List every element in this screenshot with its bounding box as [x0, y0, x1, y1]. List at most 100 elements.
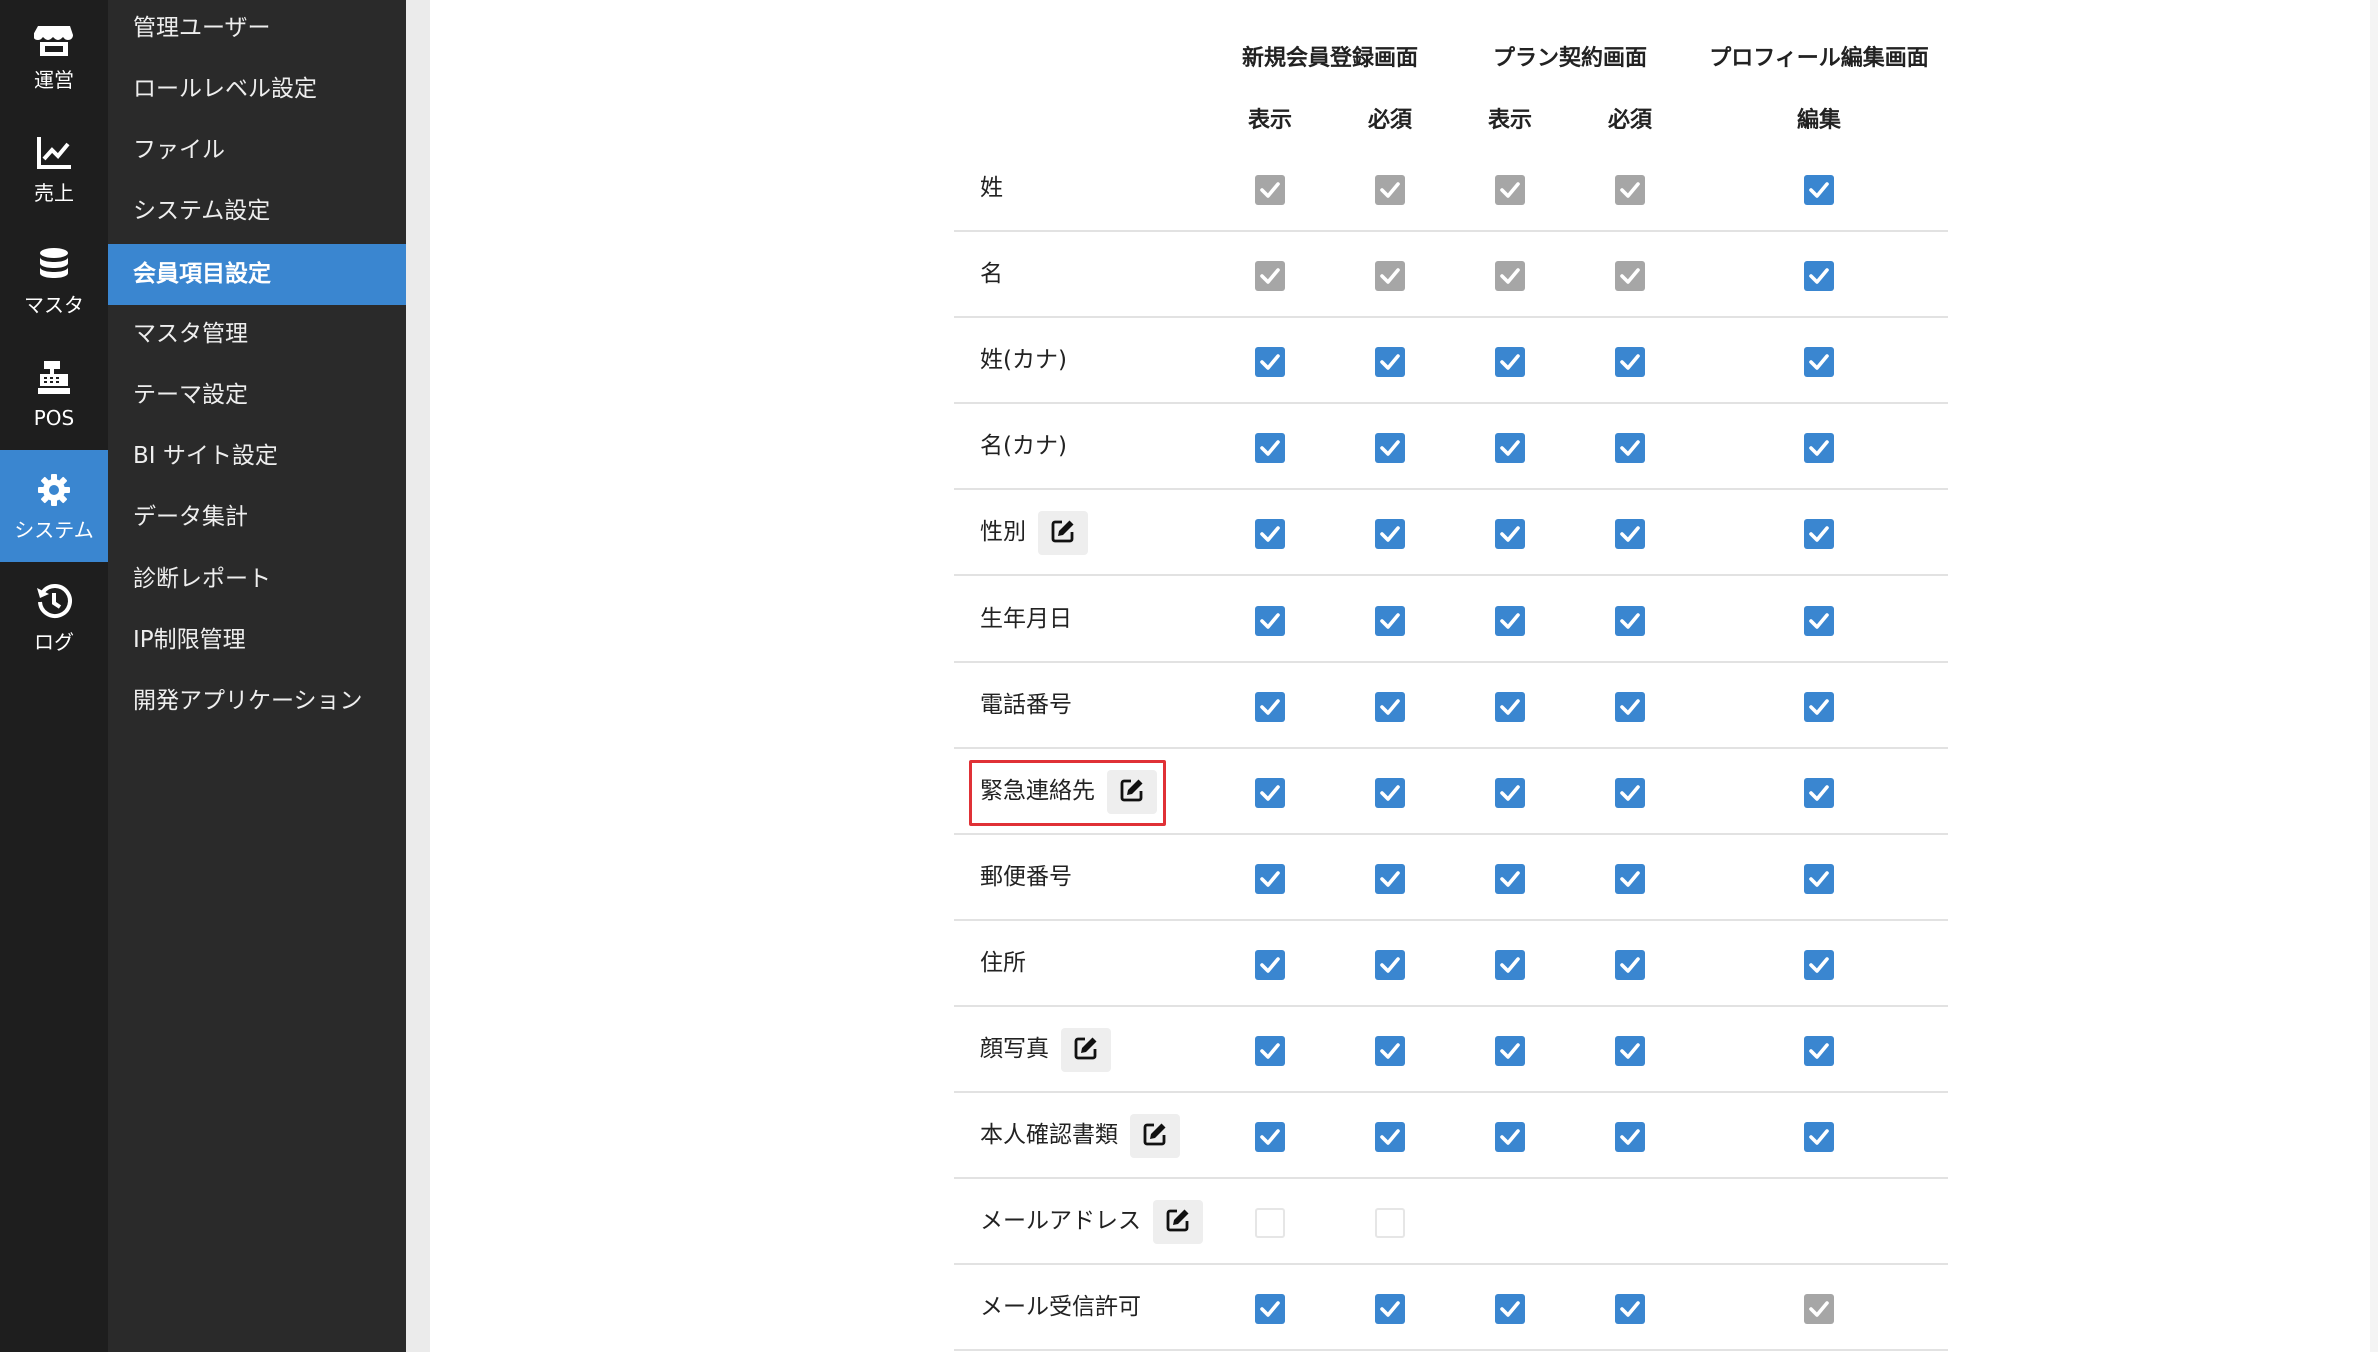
checkbox-checked[interactable] — [1495, 778, 1525, 808]
checkbox-checked[interactable] — [1615, 433, 1645, 463]
field-label: 名(カナ) — [980, 433, 1067, 459]
checkbox-checked[interactable] — [1804, 347, 1834, 377]
edit-field-button[interactable] — [1061, 1028, 1111, 1072]
checkbox-checked[interactable] — [1375, 1036, 1405, 1066]
field-label: 本人確認書類 — [980, 1122, 1118, 1148]
checkbox-checked[interactable] — [1495, 433, 1525, 463]
checkbox-checked[interactable] — [1615, 1036, 1645, 1066]
checkbox-checked[interactable] — [1255, 950, 1285, 980]
submenu-item[interactable]: 会員項目設定 — [108, 244, 406, 305]
cash-register-icon — [0, 358, 108, 398]
checkbox-checked[interactable] — [1495, 606, 1525, 636]
table-row: 顔写真 — [954, 1007, 1948, 1093]
rail-item-label: 運営 — [34, 68, 74, 92]
checkbox-checked[interactable] — [1804, 175, 1834, 205]
checkbox-checked[interactable] — [1255, 606, 1285, 636]
checkbox-checked[interactable] — [1804, 519, 1834, 549]
rail-item-label: マスタ — [24, 293, 84, 317]
checkbox-checked[interactable] — [1615, 347, 1645, 377]
rail-item-chart-line[interactable]: 売上 — [0, 113, 108, 225]
checkbox-checked[interactable] — [1615, 1294, 1645, 1324]
rail-item-gear[interactable]: システム — [0, 450, 108, 562]
checkbox-checked[interactable] — [1615, 606, 1645, 636]
history-icon — [0, 582, 108, 622]
checkbox-checked[interactable] — [1375, 692, 1405, 722]
rail-item-database[interactable]: マスタ — [0, 225, 108, 337]
checkbox-checked[interactable] — [1804, 864, 1834, 894]
rail-item-label: 売上 — [34, 181, 74, 205]
submenu-item[interactable]: システム設定 — [108, 181, 406, 242]
checkbox-checked[interactable] — [1804, 1036, 1834, 1066]
checkbox-checked[interactable] — [1375, 606, 1405, 636]
checkbox-checked[interactable] — [1804, 778, 1834, 808]
edit-icon — [1119, 777, 1145, 807]
checkbox-unchecked[interactable] — [1375, 1208, 1405, 1238]
checkbox-checked[interactable] — [1495, 347, 1525, 377]
checkbox-checked[interactable] — [1255, 692, 1285, 722]
edit-field-button[interactable] — [1130, 1114, 1180, 1158]
checkbox-checked[interactable] — [1375, 433, 1405, 463]
field-label: メールアドレス — [980, 1208, 1141, 1234]
checkbox-checked[interactable] — [1255, 1122, 1285, 1152]
checkbox-checked[interactable] — [1804, 1122, 1834, 1152]
checkbox-checked[interactable] — [1375, 950, 1405, 980]
checkbox-checked[interactable] — [1375, 864, 1405, 894]
checkbox-checked[interactable] — [1255, 1036, 1285, 1066]
rail-item-store[interactable]: 運営 — [0, 0, 108, 112]
submenu-item[interactable]: 診断レポート — [108, 549, 406, 610]
checkbox-checked[interactable] — [1615, 864, 1645, 894]
submenu-item[interactable]: テーマ設定 — [108, 365, 406, 426]
checkbox-checked[interactable] — [1255, 1294, 1285, 1324]
submenu-item[interactable]: IP制限管理 — [108, 610, 406, 671]
system-submenu: 管理ユーザー ロールレベル設定 ファイル システム設定 会員項目設定 マスタ管理 テーマ設定… — [108, 0, 406, 1352]
checkbox-checked[interactable] — [1804, 950, 1834, 980]
checkbox-checked[interactable] — [1615, 950, 1645, 980]
field-label: メール受信許可 — [980, 1294, 1141, 1320]
checkbox-checked[interactable] — [1375, 778, 1405, 808]
checkbox-checked[interactable] — [1375, 1122, 1405, 1152]
checkbox-checked[interactable] — [1495, 950, 1525, 980]
scrollbar[interactable] — [2370, 0, 2378, 1352]
checkbox-checked[interactable] — [1804, 261, 1834, 291]
table-row: 性別 — [954, 490, 1948, 576]
checkbox-checked[interactable] — [1804, 606, 1834, 636]
submenu-item[interactable]: ファイル — [108, 120, 406, 181]
checkbox-checked[interactable] — [1375, 347, 1405, 377]
checkbox-checked[interactable] — [1495, 519, 1525, 549]
checkbox-checked[interactable] — [1804, 433, 1834, 463]
table-row: 緊急連絡先 — [954, 749, 1948, 835]
checkbox-checked[interactable] — [1495, 692, 1525, 722]
field-label: 郵便番号 — [980, 864, 1072, 890]
checkbox-checked[interactable] — [1255, 778, 1285, 808]
rail-item-history[interactable]: ログ — [0, 562, 108, 674]
edit-field-button[interactable] — [1038, 511, 1088, 555]
checkbox-checked[interactable] — [1495, 1122, 1525, 1152]
checkbox-checked[interactable] — [1255, 864, 1285, 894]
rail-item-cash-register[interactable]: POS — [0, 338, 108, 450]
checkbox-checked[interactable] — [1615, 519, 1645, 549]
edit-field-button[interactable] — [1153, 1200, 1203, 1244]
checkbox-checked[interactable] — [1495, 1036, 1525, 1066]
submenu-item[interactable]: 管理ユーザー — [108, 0, 406, 59]
checkbox-unchecked[interactable] — [1255, 1208, 1285, 1238]
checkbox-checked[interactable] — [1615, 778, 1645, 808]
submenu-item[interactable]: マスタ管理 — [108, 304, 406, 365]
checkbox-disabled — [1615, 175, 1645, 205]
checkbox-checked[interactable] — [1375, 519, 1405, 549]
submenu-item[interactable]: BI サイト設定 — [108, 426, 406, 487]
checkbox-checked[interactable] — [1255, 519, 1285, 549]
checkbox-checked[interactable] — [1804, 692, 1834, 722]
checkbox-checked[interactable] — [1255, 347, 1285, 377]
checkbox-checked[interactable] — [1615, 1122, 1645, 1152]
table-row: 名(カナ) — [954, 404, 1948, 490]
submenu-item[interactable]: 開発アプリケーション — [108, 671, 406, 732]
checkbox-checked[interactable] — [1495, 864, 1525, 894]
checkbox-checked[interactable] — [1375, 1294, 1405, 1324]
checkbox-checked[interactable] — [1255, 433, 1285, 463]
submenu-item[interactable]: データ集計 — [108, 487, 406, 548]
checkbox-checked[interactable] — [1495, 1294, 1525, 1324]
checkbox-checked[interactable] — [1615, 692, 1645, 722]
edit-field-button[interactable] — [1107, 770, 1157, 814]
field-label: 名 — [980, 261, 1003, 287]
submenu-item[interactable]: ロールレベル設定 — [108, 59, 406, 120]
